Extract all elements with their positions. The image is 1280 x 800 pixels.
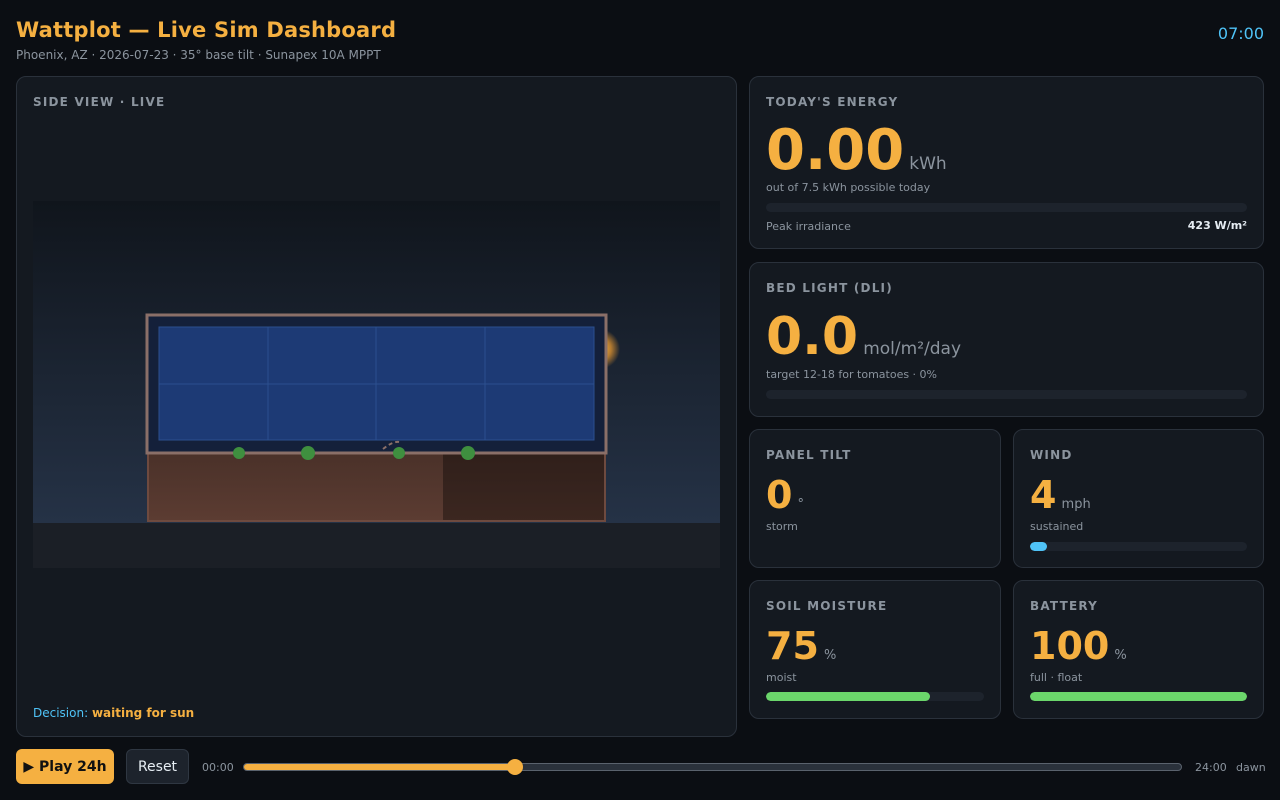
energy-caption: out of 7.5 kWh possible today [766, 181, 931, 194]
timeline-start-label: 00:00 [202, 761, 234, 774]
soil-moisture-value: 75 [766, 624, 819, 668]
decision-status: Decision: waiting for sun [33, 706, 194, 720]
energy-unit: kWh [909, 154, 947, 174]
plant [301, 446, 315, 460]
soil-moisture-card: SOIL MOISTURE 75 % moist [749, 580, 1001, 719]
wind-progress-fill [1030, 542, 1048, 551]
energy-label: TODAY'S ENERGY [766, 95, 899, 109]
plant [233, 447, 245, 459]
bed-light-unit: mol/m²/day [863, 339, 962, 359]
bed-light-card: BED LIGHT (DLI) 0.0 mol/m²/day target 12… [749, 262, 1264, 417]
peak-irradiance-value: 423 W/m² [1187, 219, 1247, 232]
soil-moisture-progress-fill [766, 692, 930, 701]
battery-value: 100 [1030, 624, 1110, 668]
time-phase-label: dawn [1236, 761, 1266, 774]
bed-light-caption: target 12-18 for tomatoes · 0% [766, 368, 938, 381]
battery-caption: full · float [1030, 671, 1083, 684]
battery-progress [1030, 692, 1247, 701]
ground [33, 523, 720, 568]
plant [393, 447, 405, 459]
timeline-slider-thumb[interactable] [507, 759, 524, 775]
play-24h-button[interactable]: ▶ Play 24h [16, 749, 114, 784]
side-view-card: SIDE VIEW · LIVE Decision: waiting for s… [16, 76, 737, 737]
wind-progress [1030, 542, 1247, 551]
wind-unit: mph [1061, 497, 1091, 512]
wind-label: WIND [1030, 448, 1073, 462]
side-view-scene [33, 201, 720, 568]
battery-label: BATTERY [1030, 599, 1099, 613]
peak-irradiance-label: Peak irradiance [766, 220, 851, 233]
decision-value: waiting for sun [91, 706, 195, 720]
energy-value: 0.00 [766, 118, 905, 183]
reset-button[interactable]: Reset [126, 749, 189, 784]
page-title: Wattplot — Live Sim Dashboard [16, 18, 397, 42]
side-view-label: SIDE VIEW · LIVE [33, 95, 166, 109]
page-subtitle: Phoenix, AZ · 2026-07-23 · 35° base tilt… [16, 48, 381, 62]
timeline-slider-fill [244, 764, 516, 770]
soil-moisture-progress [766, 692, 984, 701]
battery-card: BATTERY 100 % full · float [1013, 580, 1264, 719]
bed-light-value: 0.0 [766, 307, 859, 367]
soil-moisture-unit: % [823, 648, 837, 663]
timeline-slider[interactable] [243, 763, 1182, 771]
panel-tilt-label: PANEL TILT [766, 448, 852, 462]
panel-tilt-unit: ° [797, 497, 805, 512]
sim-clock: 07:00 [1217, 24, 1264, 43]
battery-unit: % [1114, 648, 1127, 663]
panel-tilt-card: PANEL TILT 0 ° storm [749, 429, 1001, 568]
panel-tilt-caption: storm [766, 520, 798, 533]
battery-progress-fill [1030, 692, 1247, 701]
energy-progress [766, 203, 1247, 212]
panel-shadow [443, 454, 604, 520]
plant [461, 446, 475, 460]
soil-moisture-label: SOIL MOISTURE [766, 599, 888, 613]
bed-light-progress [766, 390, 1247, 399]
header: Wattplot — Live Sim Dashboard Phoenix, A… [16, 18, 396, 62]
decision-label: Decision: [33, 706, 89, 720]
wind-caption: sustained [1030, 520, 1084, 533]
bed-light-label: BED LIGHT (DLI) [766, 281, 893, 295]
panel-tilt-value: 0 [766, 473, 793, 517]
wind-card: WIND 4 mph sustained [1013, 429, 1264, 568]
timeline-end-label: 24:00 [1195, 761, 1227, 774]
energy-card: TODAY'S ENERGY 0.00 kWh out of 7.5 kWh p… [749, 76, 1264, 249]
wind-value: 4 [1030, 473, 1057, 517]
soil-moisture-caption: moist [766, 671, 797, 684]
